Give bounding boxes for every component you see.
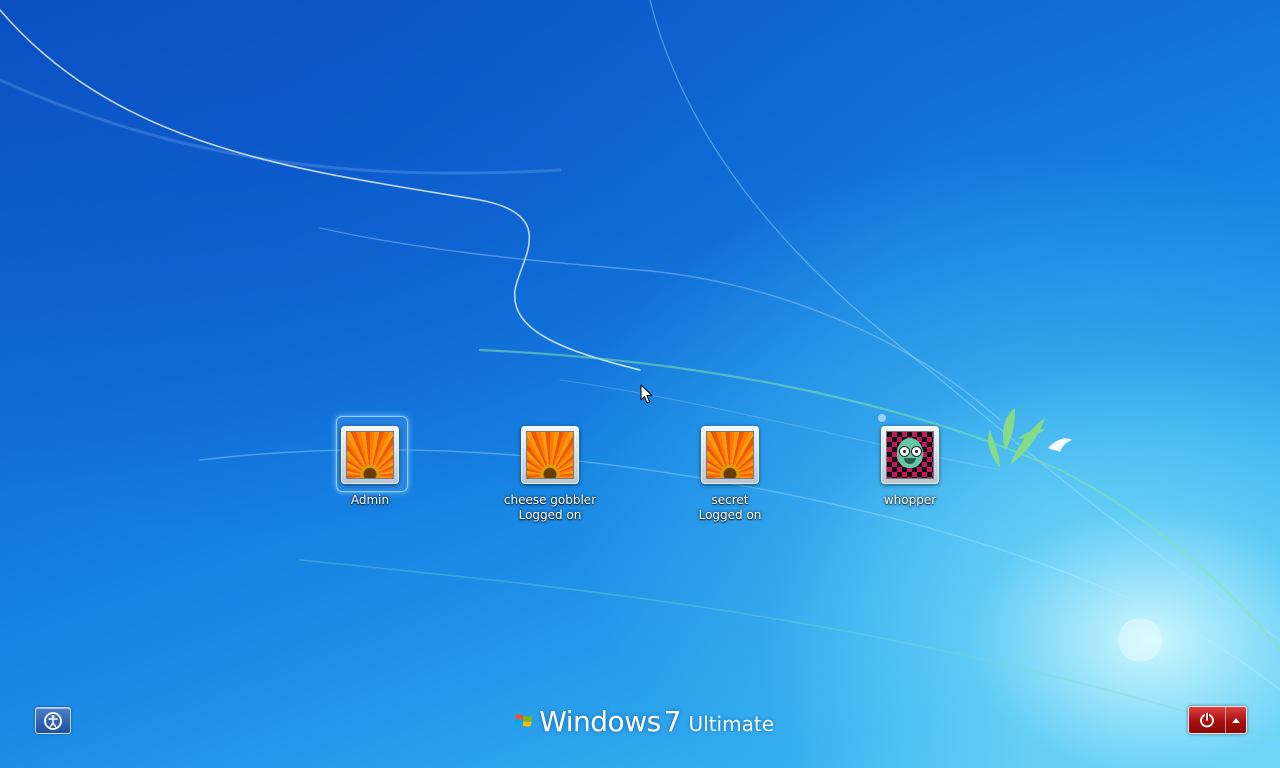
windows-branding: Windows 7 Ultimate bbox=[514, 701, 774, 741]
user-name: whopper bbox=[883, 493, 937, 507]
orange-flower-picture bbox=[346, 431, 394, 479]
orange-flower-picture bbox=[706, 431, 754, 479]
gir-checkerboard-picture bbox=[886, 431, 934, 479]
user-tile-admin[interactable]: Admin bbox=[305, 416, 435, 508]
ease-of-access-button[interactable] bbox=[35, 707, 71, 734]
user-name: cheese gobbler bbox=[503, 493, 597, 507]
brand-product: Windows bbox=[539, 704, 661, 738]
user-status: Logged on bbox=[698, 508, 762, 522]
shutdown-button[interactable] bbox=[1189, 707, 1226, 733]
user-tile-cheese-gobbler[interactable]: cheese gobbler Logged on bbox=[485, 418, 615, 523]
brand-edition: Ultimate bbox=[688, 712, 774, 736]
user-tile-whopper[interactable]: whopper bbox=[845, 418, 975, 508]
bird-decoration bbox=[1048, 438, 1072, 452]
mouse-cursor-icon bbox=[640, 384, 653, 404]
logon-screen: Admin cheese gobbler Logged on secret Lo… bbox=[0, 0, 1280, 768]
shutdown-control bbox=[1188, 706, 1247, 734]
power-icon bbox=[1200, 712, 1214, 728]
orange-flower-picture bbox=[526, 431, 574, 479]
brand-version: 7 bbox=[663, 704, 682, 738]
ease-of-access-icon bbox=[44, 711, 62, 730]
user-picture-frame bbox=[521, 426, 579, 484]
windows-flag-icon bbox=[514, 714, 533, 727]
user-picture-frame bbox=[701, 426, 759, 484]
user-tile-secret[interactable]: secret Logged on bbox=[665, 418, 795, 523]
user-picture-frame bbox=[341, 426, 399, 484]
shutdown-options-button[interactable] bbox=[1226, 707, 1246, 733]
user-picture-frame bbox=[881, 426, 939, 484]
user-status: Logged on bbox=[518, 508, 582, 522]
user-name: secret bbox=[711, 493, 749, 507]
arrow-up-icon bbox=[1232, 718, 1240, 723]
user-name: Admin bbox=[350, 493, 390, 507]
